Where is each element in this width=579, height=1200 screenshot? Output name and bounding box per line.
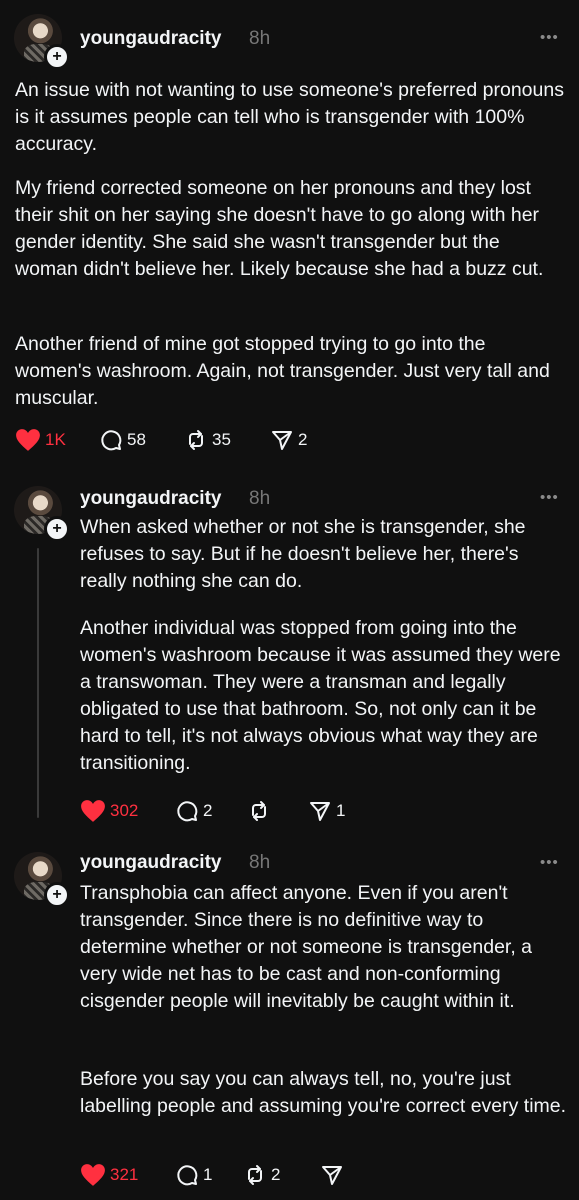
plus-icon[interactable]: + [44, 516, 70, 542]
like-button[interactable]: 1K [15, 426, 66, 454]
share-button[interactable]: 2 [270, 426, 307, 454]
post-actions: 302 2 1 [80, 797, 480, 825]
post-actions: 1K 58 35 2 [15, 426, 415, 454]
send-icon [272, 431, 292, 450]
like-button[interactable]: 302 [80, 797, 138, 825]
username[interactable]: youngaudracity [80, 852, 221, 874]
share-count: 2 [298, 430, 308, 449]
repost-button[interactable]: 35 [184, 426, 231, 454]
post-paragraph: When asked whether or not she is transge… [80, 516, 526, 592]
send-icon [310, 802, 330, 821]
repost-icon [248, 1165, 262, 1185]
more-icon[interactable]: ••• [540, 855, 559, 870]
repost-button[interactable] [247, 797, 275, 825]
plus-icon[interactable]: + [44, 882, 70, 908]
more-icon[interactable]: ••• [540, 490, 559, 505]
repost-icon [252, 801, 266, 821]
comment-icon [101, 430, 122, 451]
reply-count: 2 [203, 801, 213, 820]
post-paragraph: Another individual was stopped from goin… [80, 617, 561, 774]
like-count: 321 [110, 1165, 139, 1184]
post-paragraph: My friend corrected someone on her prono… [15, 177, 544, 280]
post-paragraph: Before you say you can always tell, no, … [80, 1068, 567, 1117]
send-icon [322, 1166, 342, 1185]
thread-line [37, 548, 39, 818]
post-paragraph: Transphobia can affect anyone. Even if y… [80, 882, 533, 1012]
reply-count: 58 [127, 430, 146, 449]
more-icon[interactable]: ••• [540, 30, 559, 45]
repost-icon [189, 430, 203, 450]
post-paragraph: Another friend of mine got stopped tryin… [15, 333, 550, 409]
repost-count: 2 [271, 1165, 281, 1184]
reply-button[interactable]: 1 [175, 1161, 212, 1189]
timestamp: 8h [249, 488, 271, 509]
timestamp: 8h [249, 852, 271, 873]
share-button[interactable] [320, 1161, 348, 1189]
share-button[interactable]: 1 [308, 797, 345, 825]
like-button[interactable]: 321 [80, 1161, 138, 1189]
comment-icon [177, 1165, 198, 1186]
post-paragraph: An issue with not wanting to use someone… [15, 79, 564, 155]
heart-icon [81, 1164, 105, 1186]
comment-icon [177, 801, 198, 822]
heart-icon [16, 429, 40, 451]
share-count: 1 [336, 801, 346, 820]
like-count: 1K [45, 430, 66, 449]
timestamp: 8h [249, 28, 271, 49]
plus-icon[interactable]: + [44, 44, 70, 70]
like-count: 302 [110, 801, 139, 820]
username[interactable]: youngaudracity [80, 28, 221, 50]
heart-icon [81, 800, 105, 822]
repost-count: 35 [212, 430, 231, 449]
repost-button[interactable]: 2 [243, 1161, 280, 1189]
reply-count: 1 [203, 1165, 213, 1184]
reply-button[interactable]: 2 [175, 797, 212, 825]
reply-button[interactable]: 58 [99, 426, 146, 454]
username[interactable]: youngaudracity [80, 488, 221, 510]
post-actions: 321 1 2 [80, 1161, 480, 1189]
